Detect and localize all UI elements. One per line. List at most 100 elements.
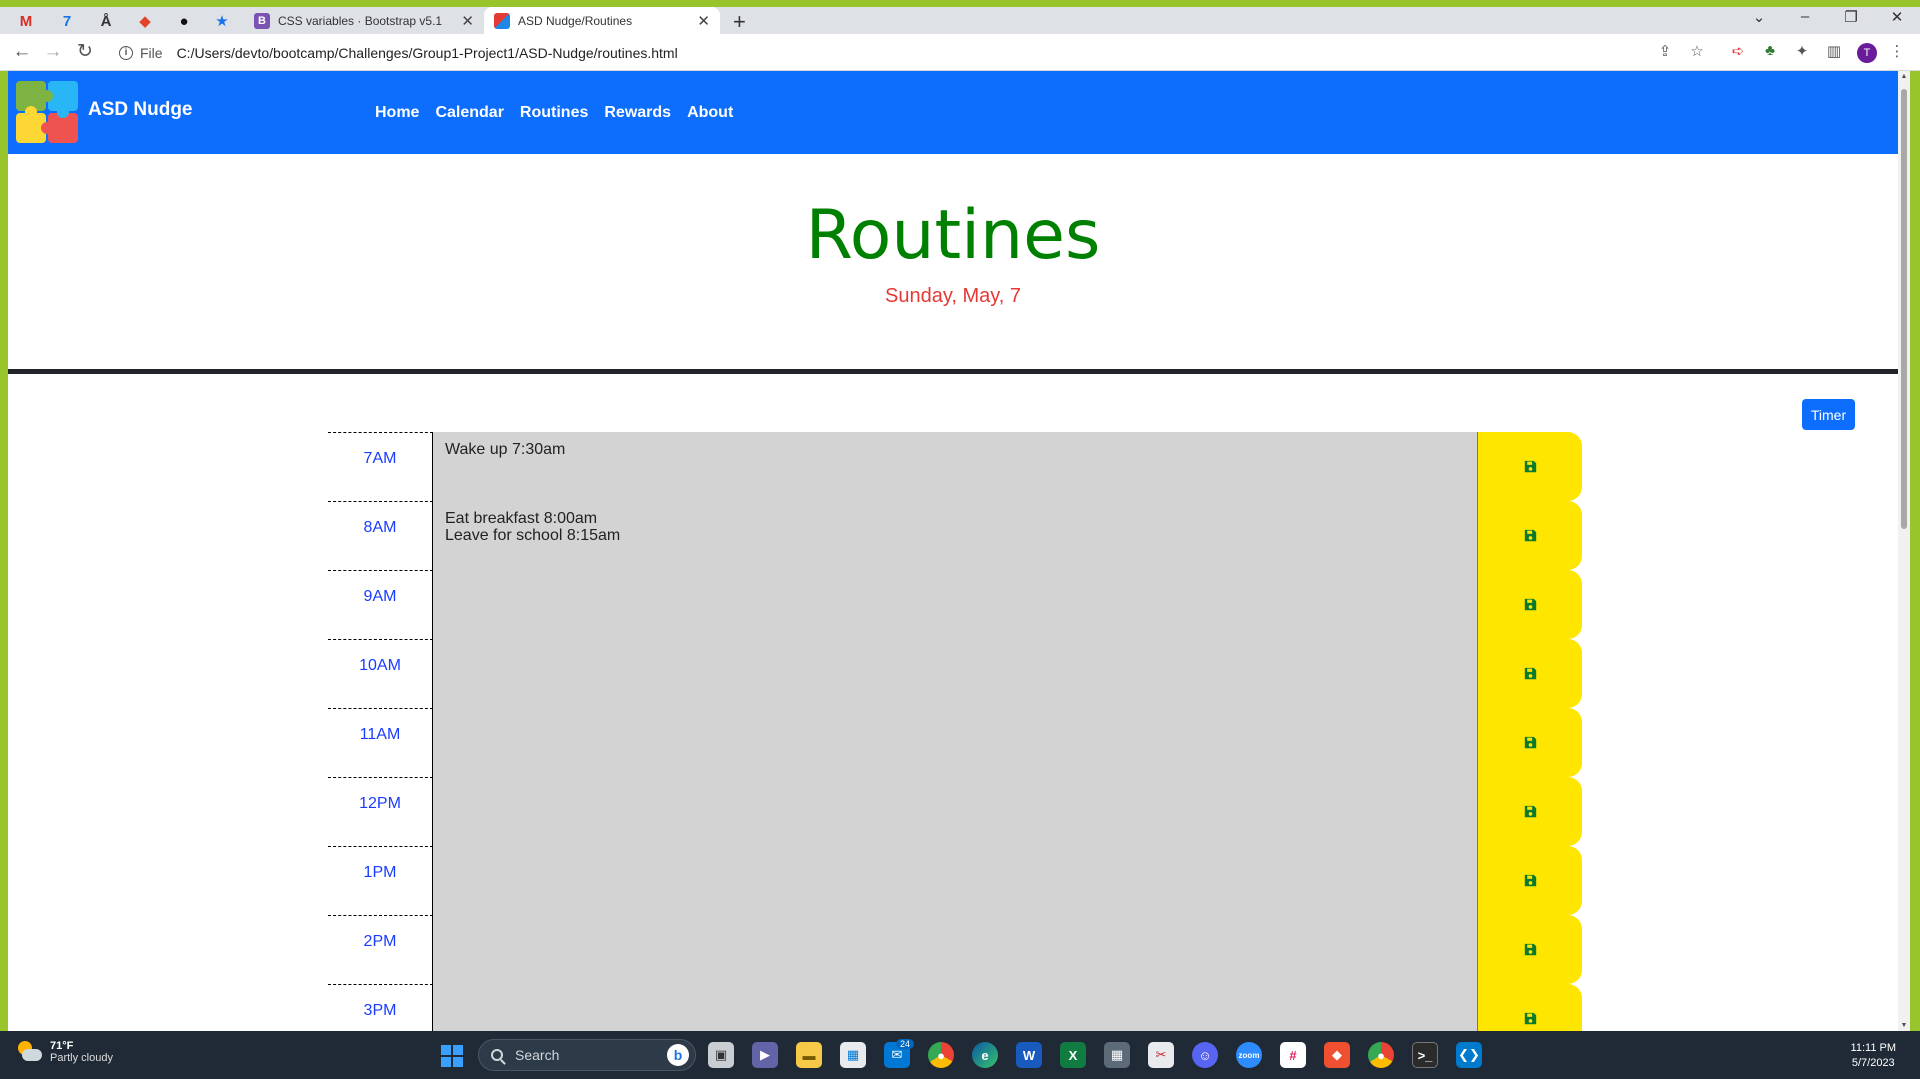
scroll-up-icon[interactable]: ▲: [1898, 73, 1910, 80]
word-icon[interactable]: W: [1016, 1042, 1042, 1068]
floppy-disk-icon: [1524, 1012, 1536, 1025]
github-pinned-tab-icon[interactable]: ●: [172, 11, 196, 31]
snipping-tool-icon[interactable]: ✂: [1148, 1042, 1174, 1068]
extensions-puzzle-icon[interactable]: ✦: [1791, 42, 1813, 62]
close-tab-icon[interactable]: ✕: [461, 12, 474, 30]
save-button[interactable]: [1478, 846, 1582, 915]
close-tab-icon[interactable]: ✕: [697, 12, 710, 30]
task-view-icon[interactable]: ▣: [708, 1042, 734, 1068]
extension-red-icon[interactable]: ➪: [1727, 42, 1749, 62]
site-info-icon[interactable]: i: [119, 45, 133, 60]
routine-description-input[interactable]: [433, 708, 1478, 777]
save-button[interactable]: [1478, 639, 1582, 708]
bing-icon: b: [667, 1044, 689, 1066]
excel-icon[interactable]: X: [1060, 1042, 1086, 1068]
terminal-icon[interactable]: >_: [1412, 1042, 1438, 1068]
routine-description-input[interactable]: [433, 846, 1478, 915]
table-row: 9AM: [328, 570, 1585, 639]
chrome-icon[interactable]: ●: [928, 1042, 954, 1068]
scroll-down-icon[interactable]: ▼: [1898, 1022, 1910, 1029]
routine-description-input[interactable]: Wake up 7:30am: [433, 432, 1478, 501]
gitlab-pinned-tab-icon[interactable]: ◆: [133, 11, 157, 31]
hour-label: 10AM: [328, 639, 433, 708]
hour-label: 1PM: [328, 846, 433, 915]
weather-temp: 71°F: [50, 1040, 74, 1052]
page-title: Routines: [805, 196, 1101, 275]
back-arrow-icon[interactable]: ←: [10, 42, 34, 62]
tab-asd-nudge[interactable]: ASD Nudge/Routines ✕: [484, 7, 720, 34]
save-button[interactable]: [1478, 432, 1582, 501]
system-clock[interactable]: 11:11 PM 5/7/2023: [1851, 1041, 1896, 1071]
table-row: 2PM: [328, 915, 1585, 984]
windows-taskbar: 71°F Partly cloudy Search b ▣ ▶ ▬ ▦ ✉ 24…: [0, 1031, 1920, 1079]
browser-tab-bar: M 7 Å ◆ ● ★ B CSS variables · Bootstrap …: [0, 7, 1920, 34]
nav-calendar[interactable]: Calendar: [435, 104, 503, 122]
extension-tree-icon[interactable]: ♣: [1759, 42, 1781, 62]
table-row: 12PM: [328, 777, 1585, 846]
routine-description-input[interactable]: Eat breakfast 8:00am Leave for school 8:…: [433, 501, 1478, 570]
page-viewport: ASD Nudge Home Calendar Routines Rewards…: [8, 71, 1910, 1031]
routine-description-input[interactable]: [433, 777, 1478, 846]
floppy-disk-icon: [1524, 598, 1536, 611]
discord-icon[interactable]: ☺: [1192, 1042, 1218, 1068]
store-icon[interactable]: ▦: [840, 1042, 866, 1068]
puzzle-logo-icon[interactable]: [12, 77, 82, 147]
new-tab-plus-icon[interactable]: +: [733, 9, 746, 35]
minimize-icon[interactable]: –: [1790, 8, 1820, 25]
brand-name[interactable]: ASD Nudge: [88, 99, 193, 121]
tab-search-chevron-icon[interactable]: ⌄: [1744, 8, 1774, 26]
puzzle-favicon-icon: [494, 12, 510, 29]
reload-icon[interactable]: ↻: [73, 42, 97, 62]
routine-description-input[interactable]: [433, 984, 1478, 1031]
side-panel-icon[interactable]: ▥: [1823, 42, 1845, 62]
forward-arrow-icon[interactable]: →: [41, 42, 65, 62]
windows-start-icon[interactable]: [441, 1045, 463, 1067]
routine-description-input[interactable]: [433, 915, 1478, 984]
save-button[interactable]: [1478, 777, 1582, 846]
scrollbar-thumb[interactable]: [1901, 89, 1907, 529]
hour-label: 7AM: [328, 432, 433, 501]
calculator-icon[interactable]: ▦: [1104, 1042, 1130, 1068]
edge-icon[interactable]: e: [972, 1042, 998, 1068]
file-explorer-icon[interactable]: ▬: [796, 1042, 822, 1068]
bookmark-pinned-tab-icon[interactable]: ★: [210, 11, 234, 31]
save-button[interactable]: [1478, 708, 1582, 777]
git-icon[interactable]: ◆: [1324, 1042, 1350, 1068]
save-button[interactable]: [1478, 984, 1582, 1031]
timer-button[interactable]: Timer: [1802, 399, 1855, 430]
weather-widget[interactable]: 71°F Partly cloudy: [16, 1040, 113, 1064]
routine-description-input[interactable]: [433, 570, 1478, 639]
nav-rewards[interactable]: Rewards: [604, 104, 671, 122]
lab-pinned-tab-icon[interactable]: Å: [94, 11, 118, 31]
tab-bootstrap[interactable]: B CSS variables · Bootstrap v5.1 ✕: [244, 7, 484, 34]
gmail-pinned-tab-icon[interactable]: M: [14, 11, 38, 31]
bookmark-star-icon[interactable]: ☆: [1686, 42, 1708, 62]
profile-avatar[interactable]: T: [1857, 43, 1877, 63]
page-scrollbar[interactable]: ▲ ▼: [1898, 71, 1910, 1031]
nav-home[interactable]: Home: [375, 104, 419, 122]
taskbar-search[interactable]: Search b: [478, 1039, 696, 1071]
hour-schedule: 7AM Wake up 7:30am 8AM Eat breakfast 8:00am…: [328, 432, 1585, 1031]
hour-label: 8AM: [328, 501, 433, 570]
nav-about[interactable]: About: [687, 104, 733, 122]
calendar-pinned-tab-icon[interactable]: 7: [55, 11, 79, 31]
teams-chat-icon[interactable]: ▶: [752, 1042, 778, 1068]
floppy-disk-icon: [1524, 667, 1536, 680]
share-icon[interactable]: ⇪: [1654, 42, 1676, 62]
restore-icon[interactable]: ❐: [1836, 8, 1866, 26]
current-date: Sunday, May, 7: [885, 285, 1021, 307]
save-button[interactable]: [1478, 570, 1582, 639]
vscode-icon[interactable]: ❮❯: [1456, 1042, 1482, 1068]
slack-icon[interactable]: #: [1280, 1042, 1306, 1068]
routine-description-input[interactable]: [433, 639, 1478, 708]
nav-routines[interactable]: Routines: [520, 104, 588, 122]
zoom-icon[interactable]: zoom: [1236, 1042, 1262, 1068]
browser-menu-icon[interactable]: ⋮: [1886, 42, 1908, 62]
table-row: 8AM Eat breakfast 8:00am Leave for school…: [328, 501, 1585, 570]
save-button[interactable]: [1478, 915, 1582, 984]
address-bar[interactable]: i File C:/Users/devto/bootcamp/Challenge…: [108, 38, 1678, 67]
save-button[interactable]: [1478, 501, 1582, 570]
chrome-profile-icon[interactable]: ●: [1368, 1042, 1394, 1068]
close-window-icon[interactable]: ✕: [1882, 8, 1912, 26]
address-url[interactable]: C:/Users/devto/bootcamp/Challenges/Group…: [177, 45, 678, 61]
